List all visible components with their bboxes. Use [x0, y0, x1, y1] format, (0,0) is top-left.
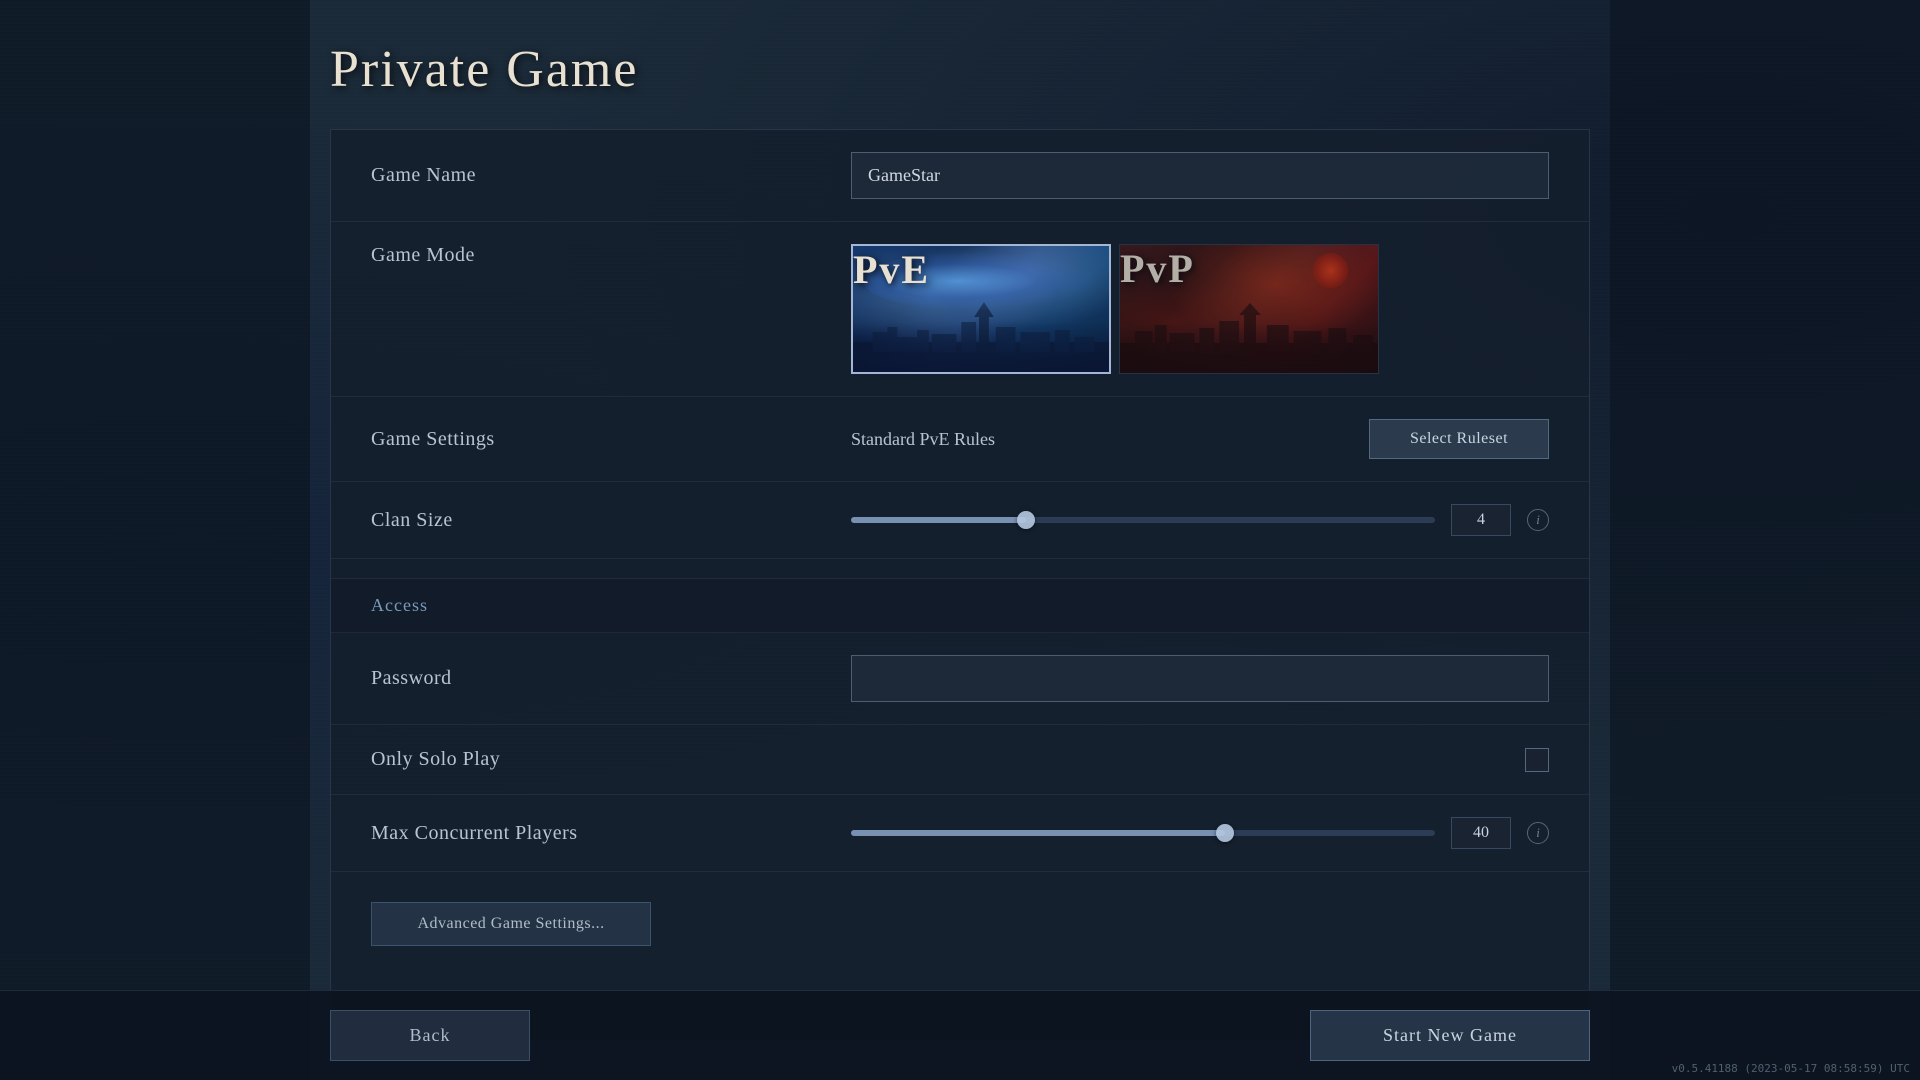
password-input[interactable]: [851, 655, 1549, 702]
advanced-settings-button[interactable]: Advanced Game Settings...: [371, 902, 651, 946]
clan-size-row: Clan Size 4 i: [331, 482, 1589, 559]
game-mode-content: PvE: [851, 244, 1549, 374]
solo-play-label: Only Solo Play: [371, 748, 851, 771]
password-row: Password: [331, 633, 1589, 725]
max-players-fill: [851, 830, 1225, 836]
advanced-row: Advanced Game Settings...: [331, 872, 1589, 976]
max-players-label: Max Concurrent Players: [371, 822, 851, 845]
game-settings-label: Game Settings: [371, 428, 851, 451]
pve-label: PvE: [853, 247, 930, 302]
game-mode-row: Game Mode: [331, 222, 1589, 397]
pve-scene-svg: [853, 302, 1109, 372]
page-title: Private Game: [330, 40, 1590, 99]
clan-size-fill: [851, 517, 1026, 523]
game-name-row: Game Name: [331, 130, 1589, 222]
mode-card-pvp[interactable]: PvP: [1119, 244, 1379, 374]
main-container: Private Game Game Name Game Mode: [0, 0, 1920, 1080]
pvp-moon: [1313, 253, 1348, 288]
max-players-info-icon[interactable]: i: [1527, 822, 1549, 844]
max-players-slider[interactable]: [851, 830, 1435, 836]
access-header-label: Access: [371, 595, 428, 615]
game-name-content: [851, 152, 1549, 199]
solo-play-row: Only Solo Play: [331, 725, 1589, 795]
bottom-bar: Back Start New Game: [0, 990, 1920, 1080]
spacer-1: [331, 559, 1589, 579]
settings-value: Standard PvE Rules: [851, 429, 1369, 450]
pvp-scene-svg: [1120, 303, 1378, 373]
game-settings-content: Standard PvE Rules Select Ruleset: [851, 419, 1549, 459]
mode-options: PvE: [851, 244, 1379, 374]
max-players-thumb[interactable]: [1216, 824, 1234, 842]
max-players-content: 40 i: [851, 817, 1549, 849]
settings-panel: Game Name Game Mode: [330, 129, 1590, 1040]
clan-size-thumb[interactable]: [1017, 511, 1035, 529]
mode-card-pve[interactable]: PvE: [851, 244, 1111, 374]
version-info: v0.5.41188 (2023-05-17 08:58:59) UTC: [1672, 1062, 1910, 1075]
clan-size-label: Clan Size: [371, 509, 851, 532]
select-ruleset-button[interactable]: Select Ruleset: [1369, 419, 1549, 459]
max-players-row: Max Concurrent Players 40 i: [331, 795, 1589, 872]
clan-size-info-icon[interactable]: i: [1527, 509, 1549, 531]
start-new-game-button[interactable]: Start New Game: [1310, 1010, 1590, 1061]
game-settings-row: Game Settings Standard PvE Rules Select …: [331, 397, 1589, 482]
clan-size-value: 4: [1451, 504, 1511, 536]
game-name-input[interactable]: [851, 152, 1549, 199]
password-content: [851, 655, 1549, 702]
max-players-value: 40: [1451, 817, 1511, 849]
clan-size-content: 4 i: [851, 504, 1549, 536]
access-header-row: Access: [331, 579, 1589, 633]
back-button[interactable]: Back: [330, 1010, 530, 1061]
pvp-label: PvP: [1120, 246, 1195, 301]
solo-play-content: [851, 748, 1549, 772]
game-name-label: Game Name: [371, 164, 851, 187]
password-label: Password: [371, 667, 851, 690]
solo-play-checkbox[interactable]: [1525, 748, 1549, 772]
clan-size-slider[interactable]: [851, 517, 1435, 523]
game-mode-label: Game Mode: [371, 244, 851, 267]
